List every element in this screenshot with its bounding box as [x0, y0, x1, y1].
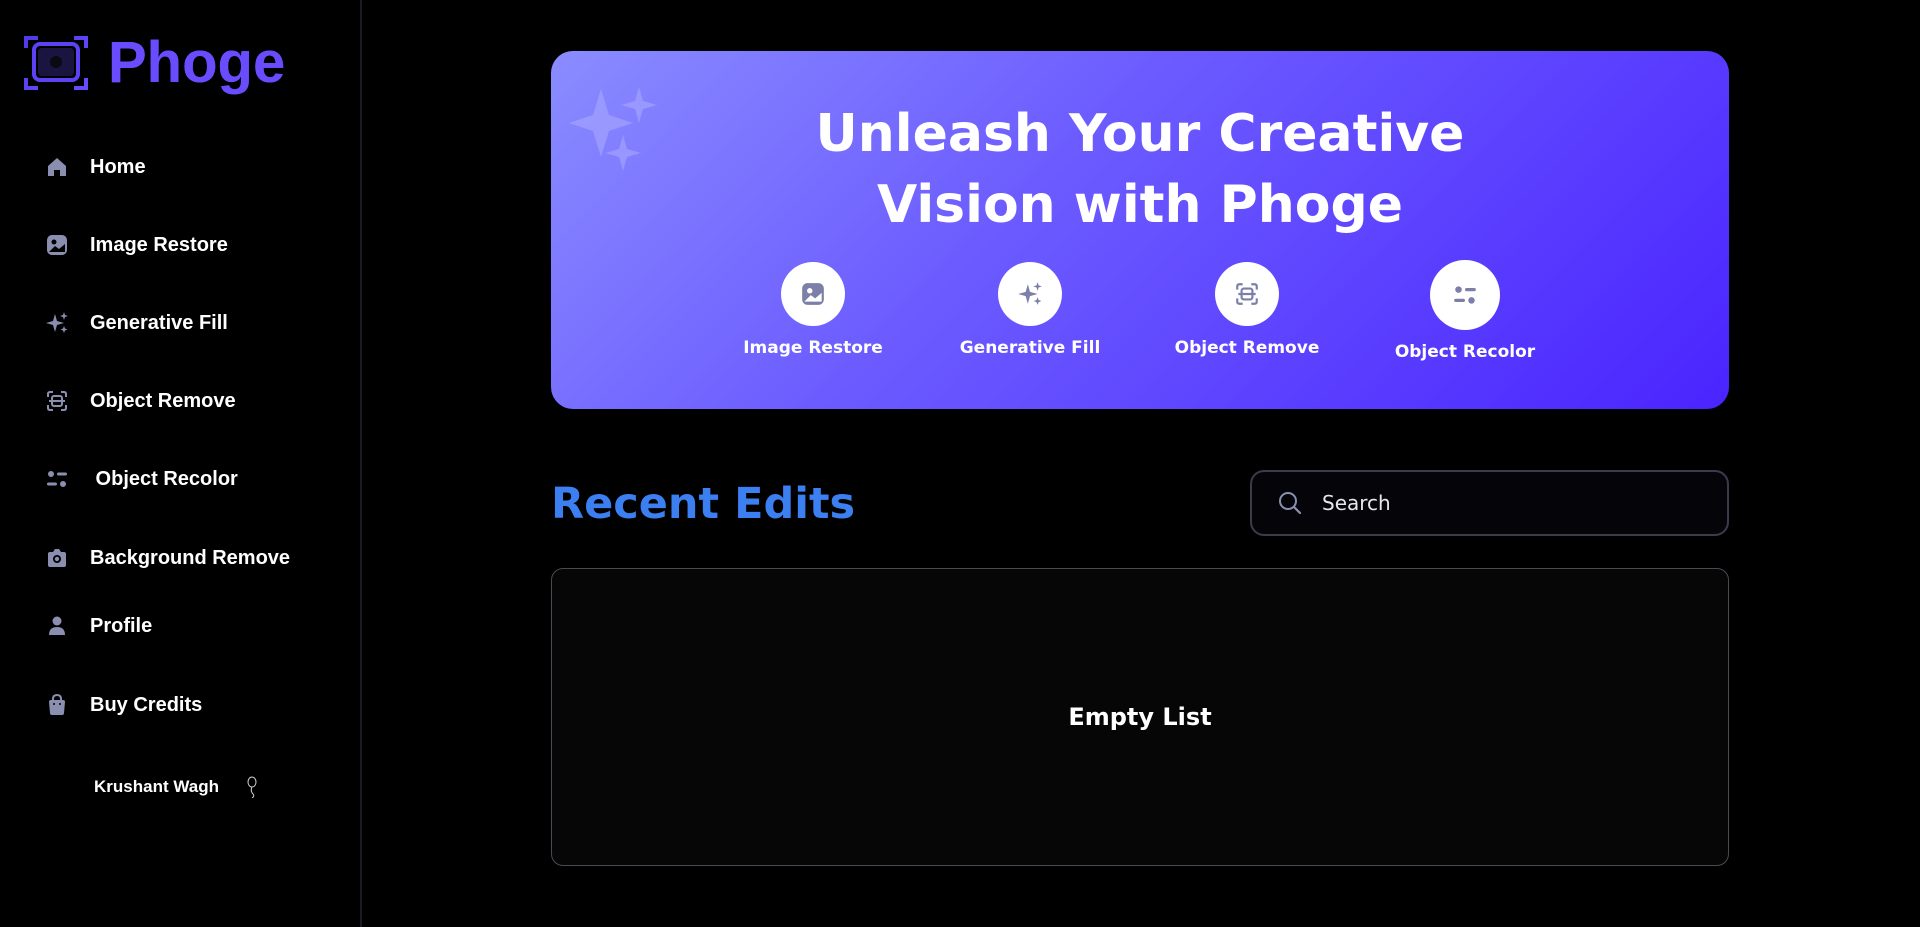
- hero-title: Unleash Your Creative Vision with Phoge: [551, 99, 1729, 241]
- tool-circle: [1215, 262, 1279, 326]
- hero-tool-generative-fill[interactable]: Generative Fill: [940, 262, 1120, 358]
- sidebar-item-label: Background Remove: [90, 546, 291, 569]
- tool-label: Object Remove: [1174, 338, 1320, 358]
- sidebar-item-label: Object Recolor: [90, 467, 238, 490]
- image-icon: [44, 232, 70, 258]
- user-name: Krushant Wagh: [94, 777, 219, 796]
- empty-list-message: Empty List: [1068, 703, 1212, 731]
- sidebar: Phoge Home Image Restore Generative Fill…: [0, 0, 362, 927]
- hero-title-line1: Unleash Your Creative: [815, 104, 1465, 164]
- tool-circle: [781, 262, 845, 326]
- hero-tool-image-restore[interactable]: Image Restore: [723, 262, 903, 358]
- sidebar-item-image-restore[interactable]: Image Restore: [44, 227, 228, 263]
- home-icon: [44, 154, 70, 180]
- search-input[interactable]: [1320, 490, 1700, 516]
- search-icon: [1279, 492, 1302, 515]
- filter-icon: [44, 466, 70, 492]
- tool-label: Generative Fill: [959, 338, 1101, 358]
- sidebar-item-background-remove[interactable]: Background Remove: [44, 540, 290, 576]
- app-name: Phoge: [108, 30, 286, 95]
- sidebar-item-home[interactable]: Home: [44, 149, 146, 185]
- sidebar-item-buy-credits[interactable]: Buy Credits: [44, 687, 202, 723]
- filter-icon: [1454, 286, 1476, 304]
- sidebar-item-label: Image Restore: [90, 233, 228, 256]
- scan-icon: [1236, 283, 1258, 305]
- sidebar-item-label: Profile: [90, 614, 153, 637]
- sparkles-icon: [44, 310, 70, 336]
- sidebar-item-label: Home: [90, 155, 146, 178]
- sidebar-item-label: Object Remove: [90, 389, 236, 412]
- logo-icon: [24, 36, 88, 90]
- hero-tool-object-recolor[interactable]: Object Recolor: [1375, 260, 1555, 362]
- bag-icon: [44, 692, 70, 718]
- user-profile[interactable]: Krushant Wagh: [94, 776, 259, 798]
- sidebar-item-profile[interactable]: Profile: [44, 608, 152, 644]
- hero-banner: Unleash Your Creative Vision with Phoge …: [551, 51, 1729, 409]
- tool-circle: [1430, 260, 1500, 330]
- scan-icon: [44, 388, 70, 414]
- sidebar-item-object-recolor[interactable]: Object Recolor: [44, 461, 238, 497]
- image-icon: [802, 283, 824, 305]
- search-box[interactable]: [1250, 470, 1729, 536]
- recent-edits-title: Recent Edits: [551, 479, 856, 529]
- recent-edits-list: Empty List: [551, 568, 1729, 866]
- logo[interactable]: Phoge: [24, 34, 285, 92]
- user-icon: [44, 613, 70, 639]
- tool-label: Image Restore: [743, 338, 883, 358]
- tool-circle: [998, 262, 1062, 326]
- sidebar-item-object-remove[interactable]: Object Remove: [44, 383, 236, 419]
- hero-title-line2: Vision with Phoge: [877, 175, 1403, 235]
- tool-label: Object Recolor: [1394, 342, 1536, 362]
- hero-tool-object-remove[interactable]: Object Remove: [1157, 262, 1337, 358]
- sidebar-item-label: Buy Credits: [90, 693, 203, 716]
- camera-icon: [44, 545, 70, 571]
- sidebar-item-generative-fill[interactable]: Generative Fill: [44, 305, 228, 341]
- sparkles-icon: [1018, 282, 1042, 305]
- sidebar-item-label: Generative Fill: [90, 311, 228, 334]
- balloon-icon: [247, 776, 257, 798]
